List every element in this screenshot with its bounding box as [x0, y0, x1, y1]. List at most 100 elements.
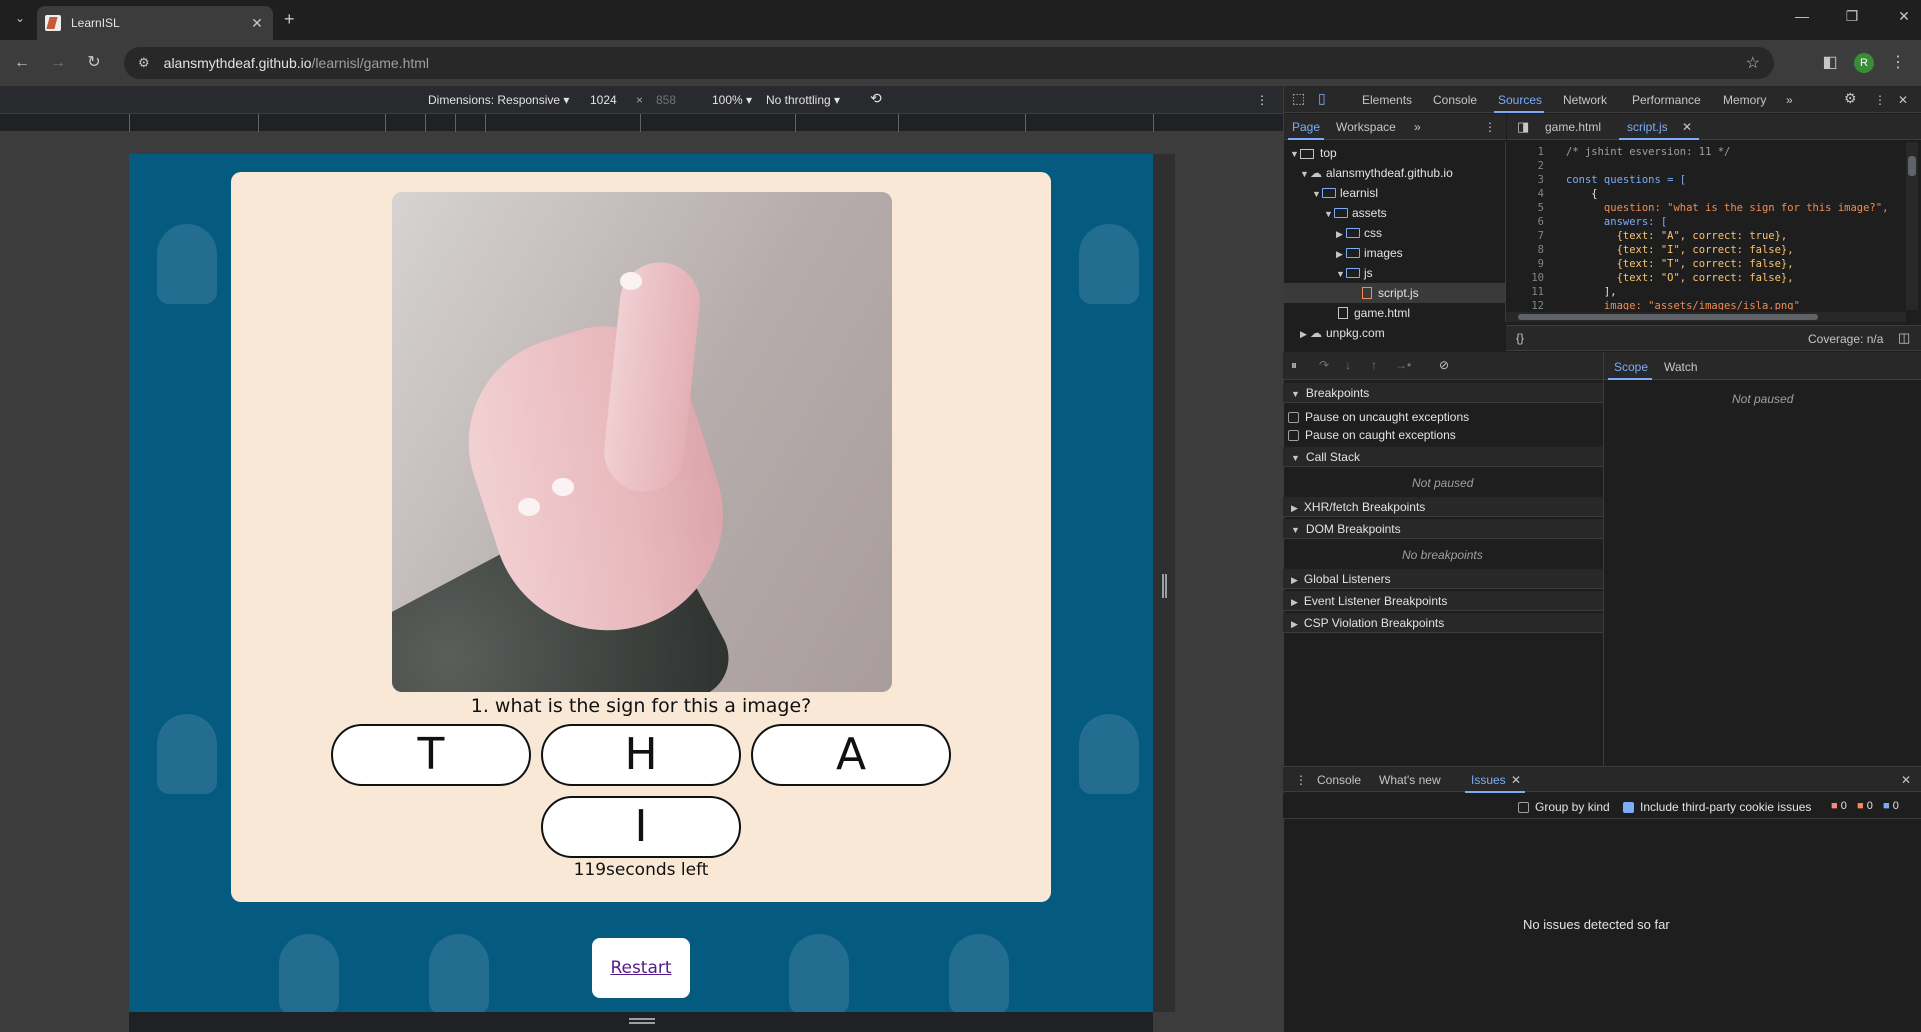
section-csp[interactable]: ▶ CSP Violation Breakpoints [1283, 613, 1603, 633]
step-over-icon[interactable]: ↷ [1319, 358, 1329, 372]
nav-tab-page[interactable]: Page [1292, 120, 1320, 134]
tree-item-game-html[interactable]: game.html [1338, 306, 1410, 320]
answer-button[interactable]: T [331, 724, 531, 786]
drawer-menu-icon[interactable]: ⋮ [1295, 773, 1307, 787]
restore-icon[interactable]: ❐ [1840, 8, 1864, 25]
restart-button[interactable]: Restart [592, 938, 690, 998]
tab-console[interactable]: Console [1433, 93, 1477, 107]
nav-tab-workspace[interactable]: Workspace [1336, 120, 1396, 134]
new-tab-icon[interactable]: + [284, 9, 295, 30]
pretty-print-icon[interactable]: {} [1516, 331, 1524, 345]
tree-item-assets[interactable]: ▼ assets [1324, 206, 1387, 220]
code-line[interactable]: answers: [ [1566, 216, 1667, 228]
tree-item-css[interactable]: ▶ css [1336, 226, 1382, 240]
code-line[interactable]: { [1566, 188, 1597, 200]
code-line[interactable]: image: "assets/images/isla.png" [1566, 300, 1800, 310]
tab-sources[interactable]: Sources [1498, 93, 1542, 107]
minimize-icon[interactable]: — [1790, 8, 1814, 24]
toggle-navigator-icon[interactable]: ◨ [1517, 119, 1529, 135]
vertical-scrollbar[interactable] [1906, 142, 1918, 310]
tab-performance[interactable]: Performance [1632, 93, 1701, 107]
step-icon[interactable]: →• [1395, 358, 1411, 372]
toggle-debugger-icon[interactable]: ◫ [1898, 330, 1910, 346]
back-icon[interactable]: ← [10, 51, 34, 75]
navigator-menu-icon[interactable]: ⋮ [1484, 120, 1496, 134]
code-line[interactable]: {text: "A", correct: true}, [1566, 230, 1788, 242]
devtools-menu-icon[interactable]: ⋮ [1874, 93, 1886, 107]
bookmark-star-icon[interactable]: ☆ [1746, 53, 1760, 73]
width-input[interactable]: 1024 [590, 93, 617, 107]
group-by-kind-checkbox[interactable]: Group by kind [1518, 800, 1610, 814]
info-count[interactable]: ■ 0 [1883, 800, 1899, 812]
tab-elements[interactable]: Elements [1362, 93, 1412, 107]
section-dom[interactable]: ▼ DOM Breakpoints [1283, 519, 1603, 539]
section-call-stack[interactable]: ▼ Call Stack [1283, 447, 1603, 467]
code-line[interactable]: {text: "T", correct: false}, [1566, 258, 1794, 270]
rotate-icon[interactable]: ⟲ [870, 90, 882, 107]
horizontal-scrollbar[interactable] [1506, 312, 1906, 322]
drawer-tab-console[interactable]: Console [1317, 773, 1361, 787]
section-xhr[interactable]: ▶ XHR/fetch Breakpoints [1283, 497, 1603, 517]
settings-gear-icon[interactable]: ⚙ [1844, 90, 1857, 107]
tree-item-js[interactable]: ▼ js [1336, 266, 1373, 280]
more-nav-icon[interactable]: » [1414, 120, 1421, 134]
answer-button[interactable]: A [751, 724, 951, 786]
section-global-listeners[interactable]: ▶ Global Listeners [1283, 569, 1603, 589]
warning-count[interactable]: ■ 0 [1857, 800, 1873, 812]
drawer-tab-whats-new[interactable]: What's new [1379, 773, 1441, 787]
tree-item-learnisl[interactable]: ▼ learnisl [1312, 186, 1378, 200]
media-query-ruler[interactable] [0, 114, 1283, 132]
step-out-icon[interactable]: ↑ [1371, 358, 1377, 372]
code-line[interactable]: /* jshint esversion: 11 */ [1566, 146, 1730, 158]
inspect-icon[interactable]: ⬚ [1292, 90, 1305, 107]
pause-uncaught-checkbox[interactable]: Pause on uncaught exceptions [1288, 410, 1469, 424]
side-panel-icon[interactable]: ◧ [1818, 51, 1842, 75]
tree-item-script-js[interactable]: script.js [1362, 286, 1419, 300]
zoom-dropdown[interactable]: 100% ▾ [712, 93, 752, 107]
devtools-close-icon[interactable]: ✕ [1898, 93, 1908, 107]
device-menu-icon[interactable]: ⋮ [1256, 93, 1268, 107]
close-issues-tab-icon[interactable]: ✕ [1511, 773, 1521, 787]
throttling-dropdown[interactable]: No throttling ▾ [766, 93, 840, 107]
tab-network[interactable]: Network [1563, 93, 1607, 107]
close-tab-icon[interactable]: ✕ [249, 15, 265, 32]
close-drawer-icon[interactable]: ✕ [1901, 773, 1911, 787]
code-line[interactable]: ], [1566, 286, 1617, 298]
answer-button[interactable]: I [541, 796, 741, 858]
tree-item-images[interactable]: ▶ images [1336, 246, 1403, 260]
window-close-icon[interactable]: ✕ [1892, 8, 1916, 25]
tree-item-unpkg[interactable]: ▶ ☁ unpkg.com [1300, 326, 1385, 340]
editor-tab-game-html[interactable]: game.html [1545, 120, 1601, 134]
site-info-icon[interactable]: ⚙ [138, 55, 150, 71]
tree-item-top[interactable]: ▼ top [1290, 146, 1337, 160]
tree-item-domain[interactable]: ▼☁ alansmythdeaf.github.io [1300, 166, 1453, 180]
forward-icon[interactable]: → [46, 51, 70, 75]
profile-avatar[interactable]: R [1854, 53, 1874, 73]
code-line[interactable]: {text: "I", correct: false}, [1566, 244, 1794, 256]
section-event-listener[interactable]: ▶ Event Listener Breakpoints [1283, 591, 1603, 611]
code-line[interactable]: const questions = [ [1566, 174, 1686, 186]
answer-button[interactable]: H [541, 724, 741, 786]
viewport-side-handle[interactable] [1153, 154, 1175, 1012]
section-breakpoints[interactable]: ▼ Breakpoints [1283, 383, 1603, 403]
code-line[interactable]: {text: "O", correct: false}, [1566, 272, 1794, 284]
deactivate-breakpoints-icon[interactable]: ⊘ [1439, 358, 1449, 372]
step-into-icon[interactable]: ↓ [1345, 358, 1351, 372]
device-toggle-icon[interactable]: ▯ [1318, 90, 1326, 107]
drawer-tab-issues[interactable]: Issues [1471, 773, 1506, 787]
close-editor-tab-icon[interactable]: ✕ [1682, 120, 1692, 134]
editor-tab-script-js[interactable]: script.js [1627, 120, 1668, 134]
tab-memory[interactable]: Memory [1723, 93, 1766, 107]
tab-scope[interactable]: Scope [1614, 360, 1648, 374]
browser-tab[interactable]: LearnISL ✕ [37, 6, 273, 40]
pause-icon[interactable]: ⏸ [1291, 358, 1297, 373]
tab-watch[interactable]: Watch [1664, 360, 1698, 374]
code-line[interactable]: question: "what is the sign for this ima… [1566, 202, 1888, 214]
more-tabs-icon[interactable]: » [1786, 93, 1793, 107]
address-bar[interactable]: ⚙ alansmythdeaf.github.io /learnisl/game… [124, 47, 1774, 79]
height-input[interactable]: 858 [656, 93, 676, 107]
browser-menu-icon[interactable]: ⋮ [1886, 51, 1910, 75]
error-count[interactable]: ■ 0 [1831, 800, 1847, 812]
third-party-checkbox[interactable]: Include third-party cookie issues [1623, 800, 1811, 814]
dimensions-dropdown[interactable]: Dimensions: Responsive ▾ [428, 93, 569, 107]
